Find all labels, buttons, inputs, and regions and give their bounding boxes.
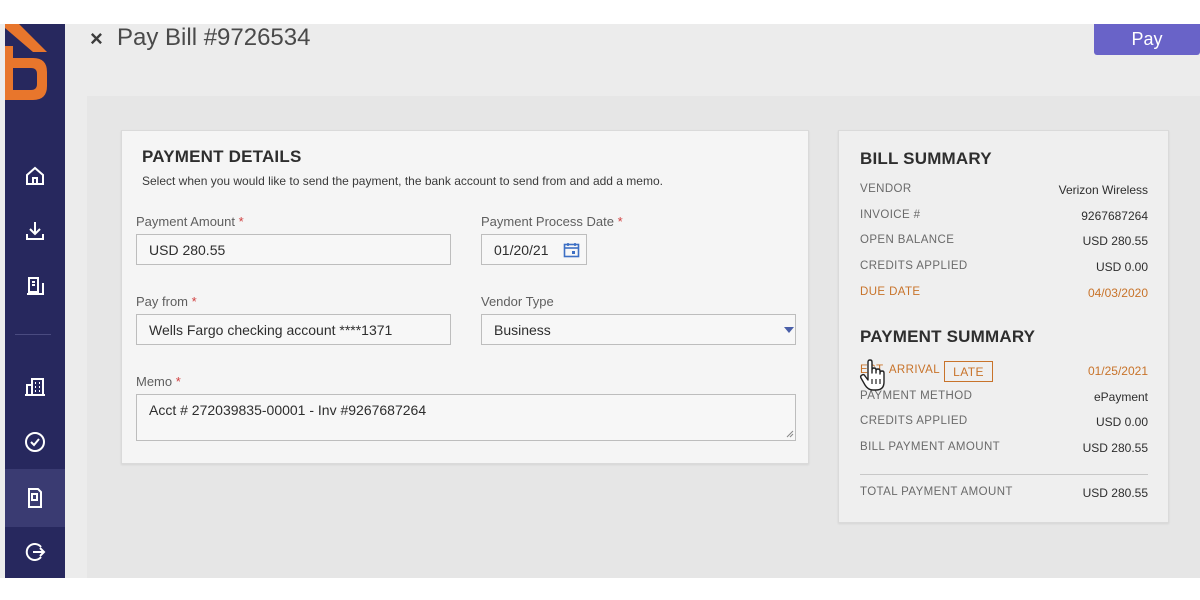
vendor-value: Verizon Wireless bbox=[1058, 183, 1148, 197]
pay-from-label: Pay from * bbox=[136, 294, 197, 309]
payment-credits-label: CREDITS APPLIED bbox=[860, 415, 968, 427]
bill-summary-card: BILL SUMMARY VENDOR Verizon Wireless INV… bbox=[838, 130, 1169, 523]
chevron-down-icon bbox=[784, 327, 794, 333]
main-content: PAYMENT DETAILS Select when you would li… bbox=[87, 96, 1200, 578]
resize-handle-icon[interactable] bbox=[786, 430, 794, 438]
total-payment-label: TOTAL PAYMENT AMOUNT bbox=[860, 486, 1013, 498]
calendar-icon[interactable] bbox=[563, 242, 580, 258]
payment-details-card: PAYMENT DETAILS Select when you would li… bbox=[121, 130, 809, 464]
pay-button[interactable]: Pay bbox=[1094, 24, 1200, 55]
sidebar-item-companies[interactable] bbox=[5, 362, 65, 412]
payment-summary-title: PAYMENT SUMMARY bbox=[860, 327, 1036, 346]
sidebar-item-download[interactable] bbox=[5, 206, 65, 256]
bill-payment-amount-value: USD 280.55 bbox=[1082, 441, 1148, 455]
credits-applied-value: USD 0.00 bbox=[1095, 260, 1148, 274]
app-window: × Pay Bill #9726534 Pay PAYMENT DETAILS … bbox=[0, 24, 1200, 578]
est-arrival-value: 01/25/2021 bbox=[1087, 364, 1148, 378]
sidebar-item-bills[interactable] bbox=[5, 469, 65, 527]
memo-textarea[interactable]: Acct # 272039835-00001 - Inv #9267687264 bbox=[136, 394, 796, 441]
payment-method-value: ePayment bbox=[1093, 390, 1148, 404]
payment-amount-input[interactable]: USD 280.55 bbox=[136, 234, 451, 265]
document-icon bbox=[27, 277, 44, 295]
bill-summary-title: BILL SUMMARY bbox=[860, 149, 992, 168]
total-payment-value: USD 280.55 bbox=[1082, 486, 1148, 500]
hand-cursor-icon bbox=[859, 359, 885, 391]
sidebar-divider bbox=[15, 334, 51, 335]
invoice-label: INVOICE # bbox=[860, 209, 921, 221]
vendor-label: VENDOR bbox=[860, 183, 912, 195]
payment-date-value: 01/20/21 bbox=[494, 242, 549, 258]
sidebar-item-approvals[interactable] bbox=[5, 417, 65, 467]
pay-from-input[interactable]: Wells Fargo checking account ****1371 bbox=[136, 314, 451, 345]
memo-label: Memo * bbox=[136, 374, 181, 389]
payment-details-title: PAYMENT DETAILS bbox=[142, 147, 302, 166]
open-balance-value: USD 280.55 bbox=[1082, 234, 1148, 248]
logout-icon bbox=[25, 543, 46, 561]
sidebar-item-documents[interactable] bbox=[5, 261, 65, 311]
credits-applied-label: CREDITS APPLIED bbox=[860, 260, 968, 272]
payment-date-label: Payment Process Date * bbox=[481, 214, 623, 229]
bill-payment-amount-label: BILL PAYMENT AMOUNT bbox=[860, 441, 1001, 453]
late-badge: LATE bbox=[944, 361, 993, 382]
page-header: × Pay Bill #9726534 Pay bbox=[65, 24, 1200, 68]
due-date-value: 04/03/2020 bbox=[1087, 286, 1148, 300]
home-icon bbox=[26, 166, 44, 185]
building-icon bbox=[25, 378, 45, 396]
check-circle-icon bbox=[25, 432, 45, 452]
due-date-label: DUE DATE bbox=[860, 286, 921, 298]
summary-divider bbox=[860, 474, 1148, 475]
sidebar-item-logout[interactable] bbox=[5, 527, 65, 577]
sidebar bbox=[5, 24, 65, 578]
close-icon[interactable]: × bbox=[90, 26, 103, 52]
invoice-value: 9267687264 bbox=[1081, 209, 1148, 223]
page-title: Pay Bill #9726534 bbox=[117, 24, 311, 51]
payment-credits-value: USD 0.00 bbox=[1095, 415, 1148, 429]
payment-details-subtitle: Select when you would like to send the p… bbox=[142, 174, 663, 188]
brand-logo bbox=[5, 24, 47, 100]
bill-icon bbox=[28, 488, 42, 508]
sidebar-item-home[interactable] bbox=[5, 151, 65, 201]
open-balance-label: OPEN BALANCE bbox=[860, 234, 955, 246]
payment-amount-label: Payment Amount * bbox=[136, 214, 244, 229]
download-icon bbox=[26, 222, 44, 240]
vendor-type-label: Vendor Type bbox=[481, 294, 554, 309]
vendor-type-select[interactable]: Business bbox=[481, 314, 796, 345]
